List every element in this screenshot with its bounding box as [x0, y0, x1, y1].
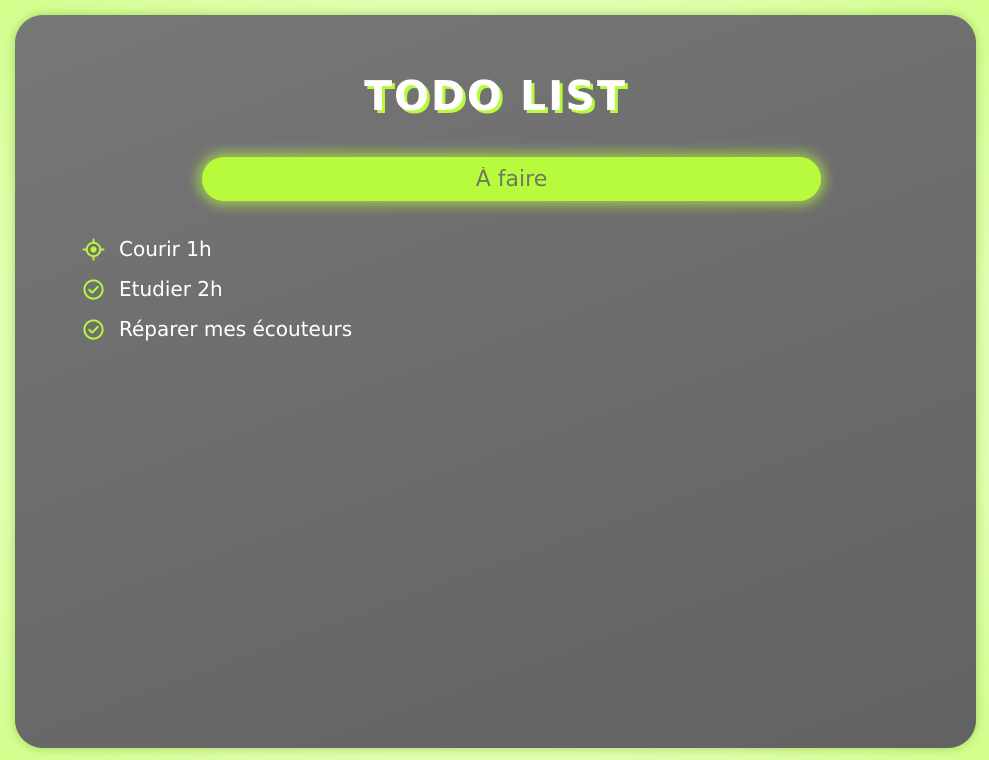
todo-input[interactable]	[202, 157, 821, 201]
todo-list: Courir 1h Etudier 2h Réparer mes écouteu…	[82, 229, 352, 349]
todo-item-label: Réparer mes écouteurs	[119, 317, 353, 341]
todo-item[interactable]: Etudier 2h	[82, 269, 352, 309]
target-icon[interactable]	[82, 237, 105, 261]
todo-item-label: Courir 1h	[119, 237, 212, 261]
todo-item[interactable]: Courir 1h	[82, 229, 352, 269]
todo-input-wrapper	[202, 157, 821, 201]
todo-card: TODO LIST Courir 1h	[15, 15, 976, 748]
todo-item[interactable]: Réparer mes écouteurs	[82, 309, 352, 349]
check-circle-icon[interactable]	[82, 278, 105, 301]
todo-item-label: Etudier 2h	[119, 277, 223, 301]
check-circle-icon[interactable]	[82, 318, 105, 341]
page-title: TODO LIST	[364, 72, 627, 120]
